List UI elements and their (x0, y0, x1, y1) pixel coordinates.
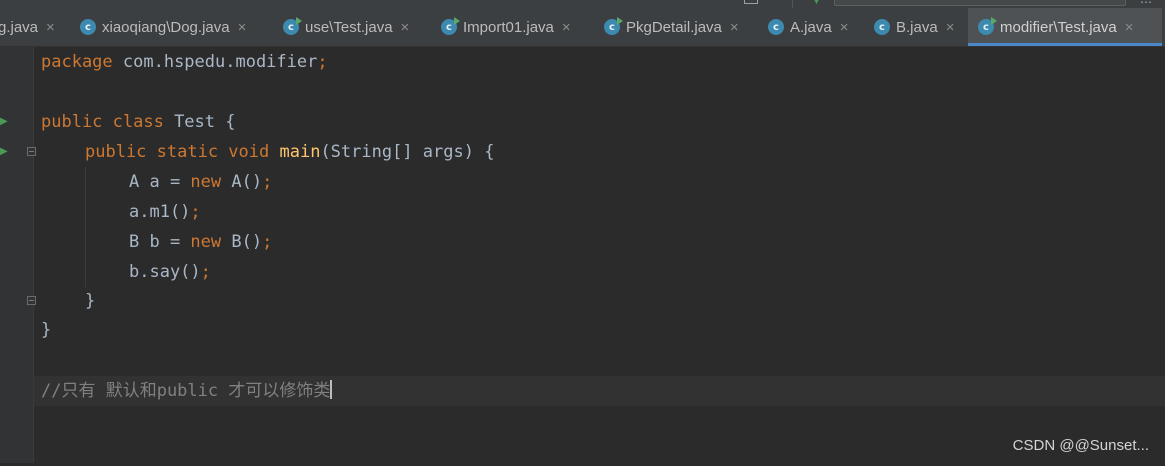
tab-modifier-test-java[interactable]: c modifier\Test.java × (968, 8, 1162, 46)
run-main-icon[interactable]: ▶ (0, 147, 8, 157)
run-configuration-select[interactable] (834, 0, 1126, 6)
code-line-10: } (34, 315, 75, 345)
semicolon: ; (262, 172, 272, 192)
semicolon: ; (262, 232, 272, 252)
tab-g-java[interactable]: g.java × (0, 8, 64, 46)
run-config-arrow-icon[interactable]: ▼ (813, 0, 820, 6)
closing-brace: } (41, 315, 51, 345)
java-main-class-icon: c (283, 19, 299, 35)
java-main-class-icon: c (604, 19, 620, 35)
statement-text: A() (221, 172, 262, 192)
keyword: new (190, 232, 221, 252)
run-class-icon[interactable]: ▶ (0, 117, 8, 127)
code-line-3: public class Test { (34, 107, 75, 137)
method-name: main (279, 142, 320, 162)
close-icon[interactable]: × (730, 19, 739, 36)
tab-pkgdetail-java[interactable]: c PkgDetail.java × (604, 8, 754, 46)
code-line-12-current: //只有 默认和public 才可以修饰类 (34, 376, 1165, 406)
code-line-4: public static void main(String[] args) { (34, 137, 75, 167)
toolbar-divider (792, 0, 793, 8)
method-params: (String[] args) { (320, 142, 494, 162)
code-line-1: package com.hspedu.modifier; (34, 47, 75, 77)
tab-label: modifier\Test.java (1000, 19, 1117, 36)
tab-label: g.java (0, 19, 38, 36)
indent-guide (85, 167, 86, 287)
close-icon[interactable]: × (562, 19, 571, 36)
code-line-7: B b = new B(); (34, 227, 75, 257)
text-caret (330, 380, 332, 399)
keyword: public class (41, 112, 164, 132)
close-icon[interactable]: × (238, 19, 247, 36)
java-main-class-icon: c (978, 19, 994, 35)
statement-text: B() (221, 232, 262, 252)
statement-text: b.say() (129, 262, 201, 282)
keyword: public static void (85, 142, 269, 162)
statement-text: B b = (129, 232, 190, 252)
close-icon[interactable]: × (946, 19, 955, 36)
csdn-watermark: CSDN @@Sunset... (1013, 437, 1149, 454)
tab-xiaoqiang-dog-java[interactable]: c xiaoqiang\Dog.java × (80, 8, 276, 46)
tab-label: xiaoqiang\Dog.java (102, 19, 230, 36)
code-editor[interactable]: package com.hspedu.modifier; public clas… (34, 47, 1165, 463)
toolbar-strip: ▼ … (0, 0, 1165, 8)
tab-label: use\Test.java (305, 19, 393, 36)
statement-text: A a = (129, 172, 190, 192)
tab-import01-java[interactable]: c Import01.java × (441, 8, 589, 46)
tab-label: Import01.java (463, 19, 554, 36)
code-line-6: a.m1(); (34, 197, 75, 227)
more-actions-icon[interactable]: … (1140, 0, 1152, 6)
class-declaration: Test { (164, 112, 236, 132)
project-structure-icon[interactable] (744, 0, 758, 4)
editor-gutter: ▶ ▶ (0, 47, 34, 463)
tab-b-java[interactable]: c B.java × (874, 8, 967, 46)
java-class-icon: c (768, 19, 784, 35)
tab-a-java[interactable]: c A.java × (768, 8, 861, 46)
comment-text: //只有 默认和public 才可以修饰类 (41, 381, 330, 401)
close-icon[interactable]: × (46, 19, 55, 36)
code-line-9: } (34, 286, 75, 316)
tab-label: A.java (790, 19, 832, 36)
semicolon: ; (201, 262, 211, 282)
code-line-5: A a = new A(); (34, 167, 75, 197)
java-class-icon: c (80, 19, 96, 35)
tab-label: PkgDetail.java (626, 19, 722, 36)
package-name: com.hspedu.modifier (113, 52, 318, 72)
java-class-icon: c (874, 19, 890, 35)
closing-brace: } (85, 286, 95, 316)
java-main-class-icon: c (441, 19, 457, 35)
editor-tab-bar: g.java × c xiaoqiang\Dog.java × c use\Te… (0, 8, 1165, 47)
close-icon[interactable]: × (401, 19, 410, 36)
tab-label: B.java (896, 19, 938, 36)
close-icon[interactable]: × (1125, 19, 1134, 36)
keyword: new (190, 172, 221, 192)
keyword: package (41, 52, 113, 72)
tab-use-test-java[interactable]: c use\Test.java × (283, 8, 426, 46)
semicolon: ; (190, 202, 200, 222)
semicolon: ; (317, 52, 327, 72)
close-icon[interactable]: × (840, 19, 849, 36)
code-line-8: b.say(); (34, 257, 75, 287)
statement-text: a.m1() (129, 202, 190, 222)
